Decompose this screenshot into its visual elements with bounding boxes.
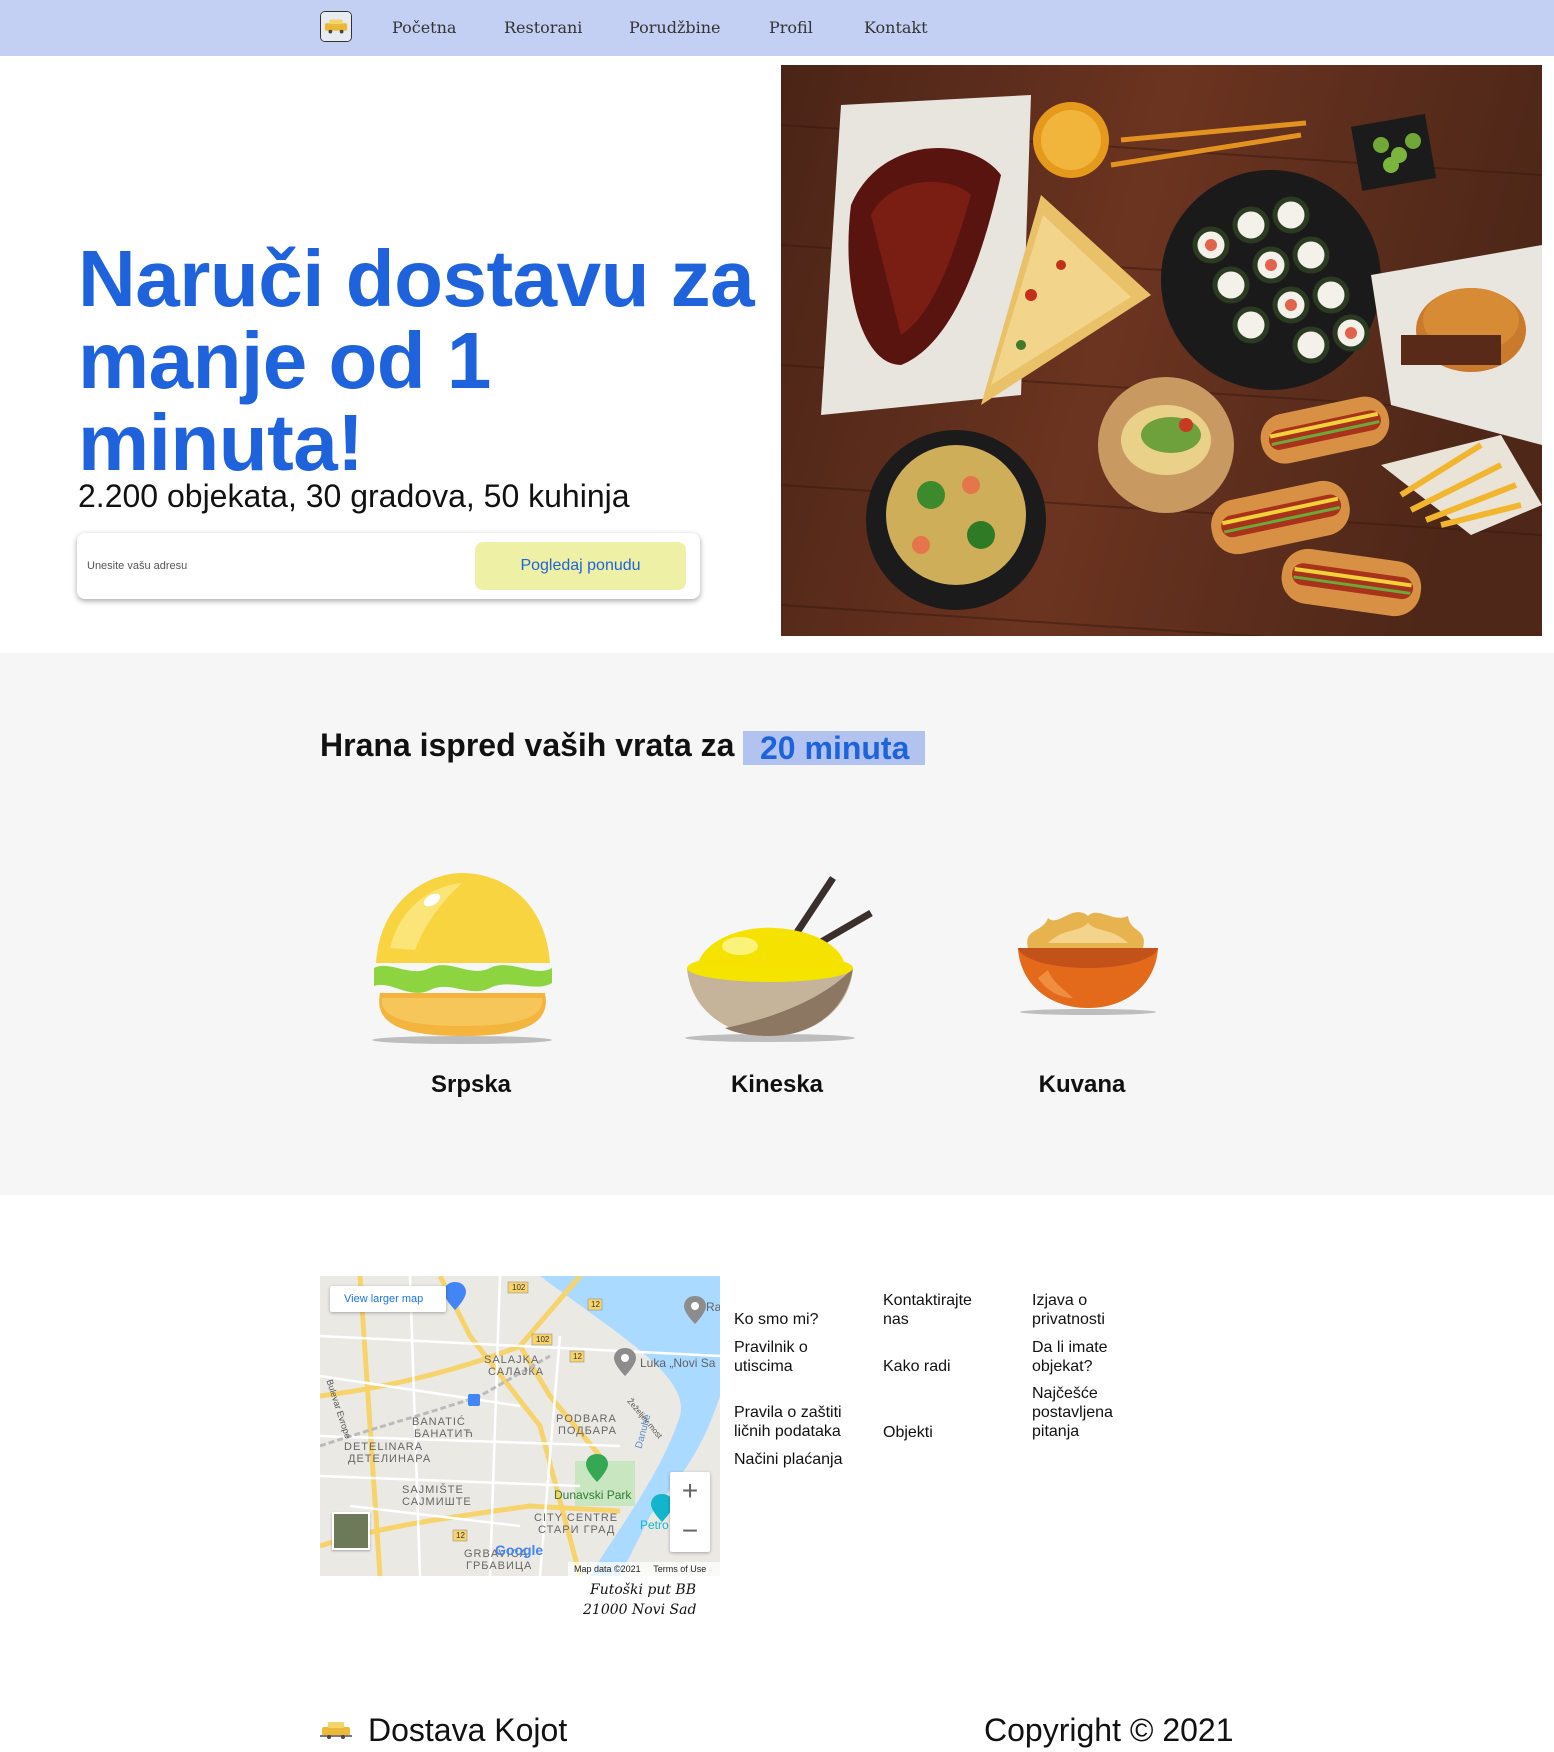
cuisine-kineska[interactable]: [685, 868, 875, 1043]
footer-link-faq[interactable]: Najčešće postavljena pitanja: [1032, 1384, 1132, 1441]
map-label-ra: Ra: [706, 1300, 720, 1314]
footer-link-izjava[interactable]: Izjava o privatnosti: [1032, 1291, 1132, 1329]
footer-copyright: Copyright © 2021: [984, 1712, 1234, 1748]
footer-brand: Dostava Kojot: [368, 1712, 568, 1748]
map-label-city-centre: CITY CENTRE: [534, 1512, 619, 1524]
map-zoom-controls: + −: [670, 1472, 710, 1552]
footer-link-pravila-zastite[interactable]: Pravila o zaštiti ličnih podataka: [734, 1403, 854, 1441]
map-label-stari-grad: СТАРИ ГРАД: [538, 1524, 616, 1536]
map-label-petro: Petro: [640, 1518, 669, 1532]
delivery-time-highlight: 20 minuta: [743, 730, 925, 766]
cuisines-heading: Hrana ispred vaših vrata za: [320, 727, 735, 763]
footer-link-nacini-placanja[interactable]: Načini plaćanja: [734, 1450, 843, 1469]
view-larger-map-link[interactable]: View larger map: [330, 1286, 446, 1312]
map-label-podbara-cyr: ПОДБАРА: [558, 1425, 617, 1437]
map-label-sajmiste: SAJMIŠTE: [402, 1484, 464, 1496]
nav-item-kontakt[interactable]: Kontakt: [864, 18, 928, 37]
zoom-in-button[interactable]: +: [670, 1472, 710, 1512]
address-input[interactable]: [87, 551, 447, 581]
noodle-bowl-icon: [685, 876, 873, 1042]
address-line-1: Futoški put BB: [590, 1582, 697, 1598]
map-label-detelinara: DETELINARA: [344, 1441, 424, 1453]
nav-item-porudzbine[interactable]: Porudžbine: [629, 18, 721, 37]
cuisine-kuvana[interactable]: [1018, 898, 1158, 1018]
map-data-credit: Map data ©2021: [574, 1564, 641, 1574]
footer-link-objekti[interactable]: Objekti: [883, 1423, 933, 1442]
footer-link-ko-smo-mi[interactable]: Ko smo mi?: [734, 1310, 818, 1329]
cuisine-label-srpska: Srpska: [430, 1071, 512, 1098]
map-label-salajka-cyr: САЛАЈКА: [488, 1366, 545, 1378]
terms-of-use-link[interactable]: Terms of Use: [653, 1564, 706, 1574]
cuisine-srpska[interactable]: [370, 868, 555, 1048]
hero-title: Naruči dostavu za manje od 1 minuta!: [78, 234, 755, 487]
map-label-detelinara-cyr: ДЕТЕЛИНАРА: [348, 1453, 432, 1465]
map-label-podbara: PODBARA: [556, 1413, 617, 1425]
delivery-time-value: 20 minuta: [760, 730, 910, 766]
satellite-toggle[interactable]: [332, 1512, 370, 1550]
nav-item-restorani[interactable]: Restorani: [504, 18, 582, 37]
food-spread-photo: [781, 65, 1542, 636]
map-label-102b: 102: [536, 1335, 550, 1344]
cuisines-section: Hrana ispred vaših vrata za 20 minuta Sr…: [0, 653, 1554, 1195]
google-logo: Google: [495, 1542, 544, 1558]
footer-link-pravilnik[interactable]: Pravilnik o utiscima: [734, 1338, 854, 1376]
map-label-luka: Luka „Novi Sa: [640, 1356, 716, 1370]
nav-item-profil[interactable]: Profil: [769, 18, 813, 37]
stew-bowl-icon: [1018, 912, 1158, 1015]
nav-item-pocetna[interactable]: Početna: [392, 18, 456, 37]
footer-link-imate-objekat[interactable]: Da li imate objekat?: [1032, 1338, 1132, 1376]
map-label-grbavica-cyr: ГРБАВИЦА: [466, 1560, 533, 1572]
cuisine-label-kineska: Kineska: [730, 1071, 824, 1098]
footer-link-kontaktirajte[interactable]: Kontaktirajte nas: [883, 1291, 998, 1329]
address-line-2: 21000 Novi Sad: [583, 1602, 697, 1618]
taxi-logo-icon: [320, 1722, 352, 1739]
map-label-banatic: BANATIĆ: [412, 1416, 466, 1428]
cuisine-label-kuvana: Kuvana: [1038, 1071, 1126, 1098]
map-label-salajka: SALAJKA: [484, 1354, 540, 1366]
view-offer-button[interactable]: Pogledaj ponudu: [475, 542, 686, 590]
footer-link-kako-radi[interactable]: Kako radi: [883, 1357, 951, 1376]
map-credit: Map data ©2021 Terms of Use: [568, 1562, 720, 1576]
hero-subtitle: 2.200 objekata, 30 gradova, 50 kuhinja: [78, 478, 630, 514]
taxi-logo-icon[interactable]: [320, 11, 352, 42]
address-search-box: Pogledaj ponudu: [77, 533, 700, 599]
location-map[interactable]: 102 102 12 12 12 SALAJKA САЛАЈКА BANATIĆ…: [320, 1276, 720, 1576]
map-label-12c: 12: [456, 1531, 465, 1540]
map-label-12a: 12: [573, 1352, 582, 1361]
map-label-dunavski-park: Dunavski Park: [554, 1488, 632, 1502]
map-label-102a: 102: [512, 1283, 526, 1292]
burger-icon: [372, 873, 552, 1044]
zoom-out-button[interactable]: −: [670, 1512, 710, 1552]
map-label-sajmiste-cyr: САЈМИШТЕ: [402, 1496, 472, 1508]
map-label-banatic-cyr: БАНАТИЋ: [414, 1428, 474, 1440]
map-label-12b: 12: [591, 1300, 600, 1309]
top-nav: Početna Restorani Porudžbine Profil Kont…: [0, 0, 1554, 56]
